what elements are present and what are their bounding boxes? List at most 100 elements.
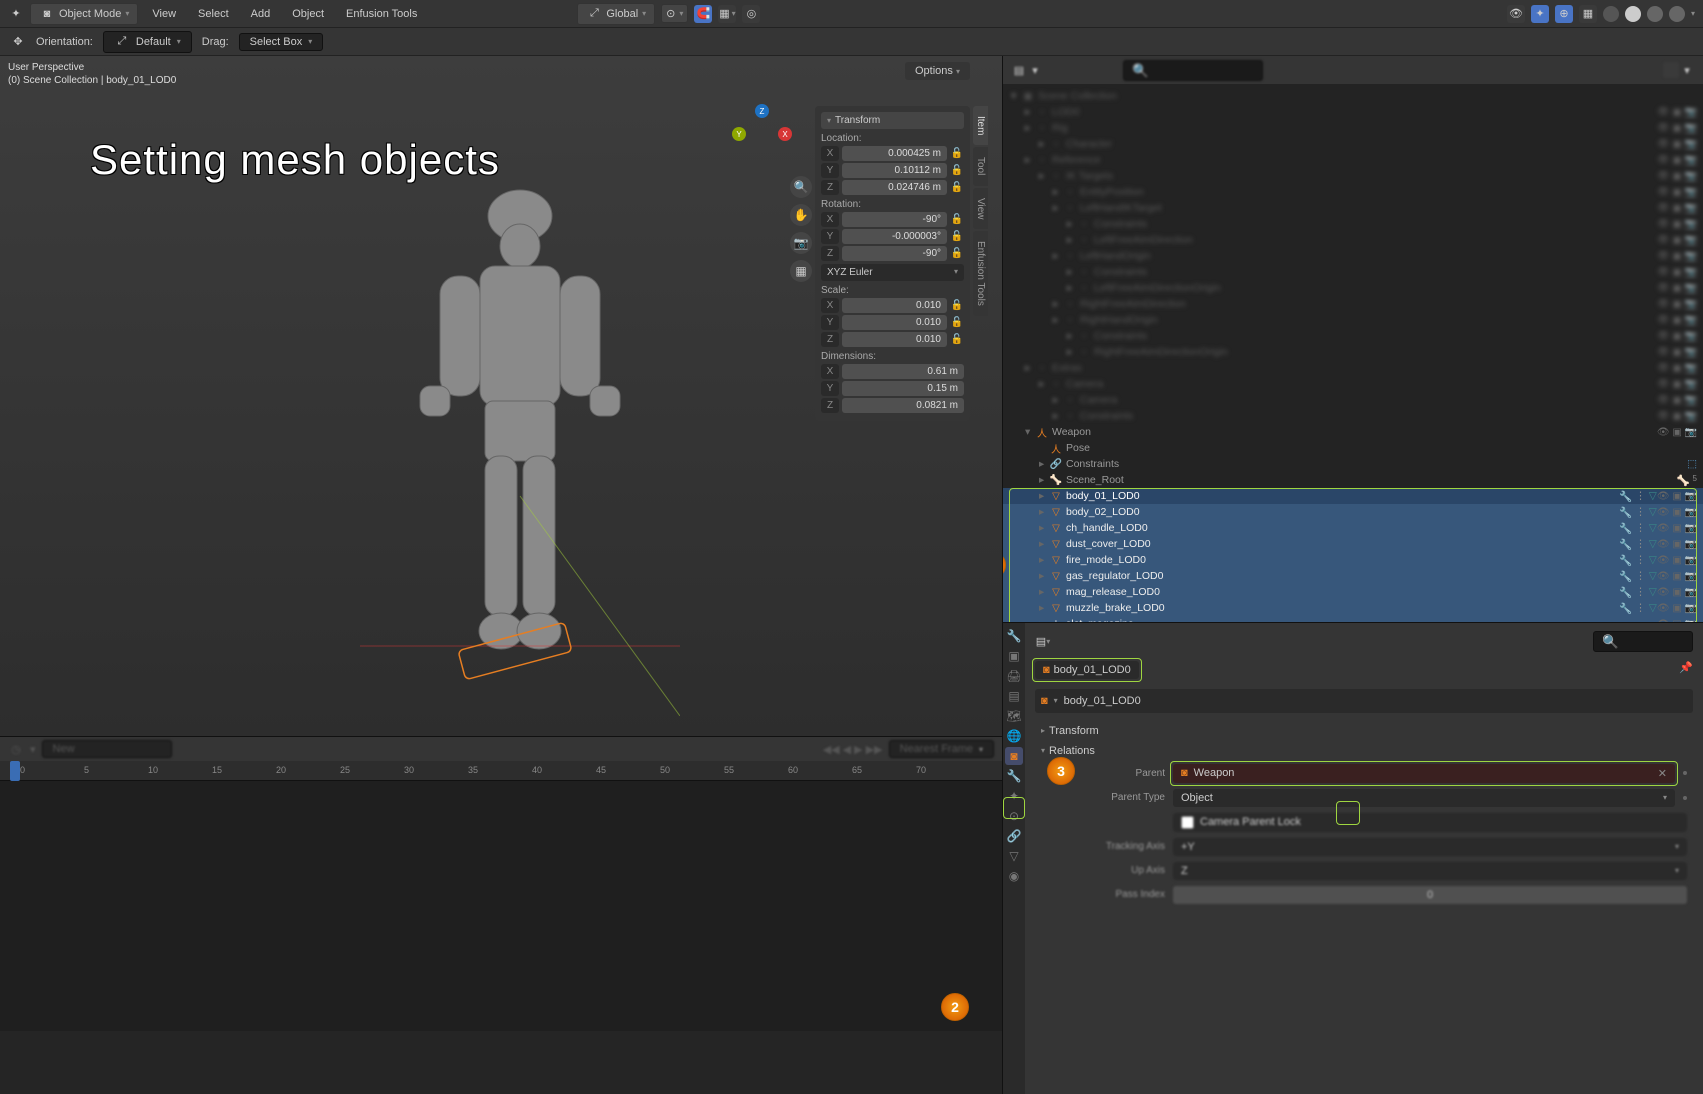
outliner-row[interactable]: ▾▣Scene Collection (1003, 88, 1703, 104)
breadcrumb-name[interactable]: body_01_LOD0 (1064, 695, 1141, 707)
editor-type-icon[interactable]: ▤▾ (1035, 634, 1051, 650)
menu-add[interactable]: Add (243, 4, 279, 24)
dim-z[interactable]: 0.0821 m (842, 398, 964, 413)
tab-item[interactable]: Item (973, 106, 988, 145)
timeline-ruler[interactable]: 0510152025303540455055606570 (0, 761, 1002, 781)
tab-enfusion[interactable]: Enfusion Tools (973, 231, 988, 316)
navigation-gizmo[interactable]: Z Y X (732, 104, 792, 164)
section-transform[interactable]: ▸Transform (1035, 721, 1693, 741)
outliner-row[interactable]: ▸▫RightFreeAimDirectionOrigin👁 ▣ 📷 (1003, 344, 1703, 360)
outliner-row[interactable]: ▸⊹slot_magazine👁 ▣ 📷 (1003, 616, 1703, 622)
snap-settings[interactable]: ▦▾ (718, 5, 736, 23)
anim-dot[interactable] (1683, 796, 1687, 800)
filter-icon[interactable] (1663, 62, 1679, 78)
menu-view[interactable]: View (144, 4, 184, 24)
ortho-icon[interactable]: ▦ (790, 260, 812, 282)
mode-dropdown[interactable]: ◙ Object Mode ▾ (30, 3, 138, 25)
action-dropdown[interactable]: New (42, 740, 172, 758)
outliner-row[interactable]: ▸▫Constraints👁 ▣ 📷 (1003, 408, 1703, 424)
tab-view[interactable]: View (973, 188, 988, 230)
outliner-row[interactable]: ▸▫LOD0👁 ▣ 📷 (1003, 104, 1703, 120)
cursor-tool-icon[interactable]: ✥ (10, 34, 26, 50)
tab-scene-icon[interactable]: 🗺 (1005, 707, 1023, 725)
shading-settings[interactable]: ▾ (1691, 9, 1695, 18)
outliner-row[interactable]: ▸▫Camera👁 ▣ 📷 (1003, 376, 1703, 392)
lock-icon[interactable]: 🔓 (950, 317, 964, 328)
outliner-row[interactable]: ▸▫IK Targets👁 ▣ 📷 (1003, 168, 1703, 184)
tab-output-icon[interactable]: 🖨 (1005, 667, 1023, 685)
pass-index-field[interactable]: 0 (1173, 886, 1687, 904)
pin-icon[interactable]: 📌 (1679, 661, 1693, 674)
tab-object-icon[interactable]: ◙ (1005, 747, 1023, 765)
outliner-row[interactable]: 人Pose (1003, 440, 1703, 456)
outliner-row[interactable]: ▸▫LeftHandIKTarget👁 ▣ 📷 (1003, 200, 1703, 216)
outliner-row[interactable]: ▸▫LeftFreeAimDirectionOrigin👁 ▣ 📷 (1003, 280, 1703, 296)
axis-x[interactable]: X (778, 127, 792, 141)
outliner-row[interactable]: ▸▫EntityPosition👁 ▣ 📷 (1003, 184, 1703, 200)
3d-viewport[interactable]: User Perspective (0) Scene Collection | … (0, 56, 1002, 736)
checkbox[interactable] (1181, 816, 1194, 829)
outliner-row[interactable]: ▸🔗Constraints⬚ (1003, 456, 1703, 472)
outliner-row[interactable]: ▸▽body_02_LOD0🔧⋮▽👁 ▣ 📷 (1003, 504, 1703, 520)
display-mode-icon[interactable]: ▾ (1027, 62, 1043, 78)
tab-modifier-icon[interactable]: 🔧 (1005, 767, 1023, 785)
shading-preview[interactable] (1647, 6, 1663, 22)
location-z[interactable]: 0.024746 m (842, 180, 947, 195)
outliner-row[interactable]: ▸▫RightFreeAimDirection👁 ▣ 📷 (1003, 296, 1703, 312)
outliner-row[interactable]: ▸▽body_01_LOD0🔧⋮▽👁 ▣ 📷 (1003, 488, 1703, 504)
up-axis-field[interactable]: Z▾ (1173, 862, 1687, 880)
outliner-row[interactable]: ▸▽ch_handle_LOD0🔧⋮▽👁 ▣ 📷 (1003, 520, 1703, 536)
outliner-row[interactable]: ▸▽gas_regulator_LOD0🔧⋮▽👁 ▣ 📷 (1003, 568, 1703, 584)
transform-header[interactable]: ▾Transform (821, 112, 964, 129)
tracking-axis-field[interactable]: +Y▾ (1173, 838, 1687, 856)
location-x[interactable]: 0.000425 m (842, 146, 947, 161)
pivot-dropdown[interactable]: ⊙▾ (661, 4, 688, 23)
rotation-y[interactable]: -0.000003° (842, 229, 947, 244)
dopesheet-area[interactable]: 2 (0, 781, 1002, 1031)
scale-y[interactable]: 0.010 (842, 315, 947, 330)
drag-select[interactable]: Select Box ▾ (239, 33, 324, 51)
rotation-x[interactable]: -90° (842, 212, 947, 227)
rotation-z[interactable]: -90° (842, 246, 947, 261)
editor-type-icon[interactable]: ✦ (8, 6, 24, 22)
tab-tool-icon[interactable]: 🔧 (1005, 627, 1023, 645)
outliner-row[interactable]: ▸▫Camera👁 ▣ 📷 (1003, 392, 1703, 408)
outliner-row[interactable]: ▸▽fire_mode_LOD0🔧⋮▽👁 ▣ 📷 (1003, 552, 1703, 568)
menu-select[interactable]: Select (190, 4, 237, 24)
parent-field[interactable]: ◙ Weapon ✕ (1173, 764, 1675, 783)
keying-dropdown[interactable]: Nearest Frame▾ (889, 740, 994, 758)
outliner-row[interactable]: ▸▫Constraints👁 ▣ 📷 (1003, 328, 1703, 344)
menu-enfusion[interactable]: Enfusion Tools (338, 4, 425, 24)
anim-dot[interactable] (1683, 771, 1687, 775)
outliner-row[interactable]: ▸🦴Scene_Root🦴5 (1003, 472, 1703, 488)
editor-type-icon[interactable]: ◷ (8, 741, 24, 757)
options-dropdown[interactable]: Options ▾ (905, 62, 970, 80)
tab-constraint-icon[interactable]: 🔗 (1005, 827, 1023, 845)
location-y[interactable]: 0.10112 m (842, 163, 947, 178)
outliner-row[interactable]: ▸▫LeftHandOrigin👁 ▣ 📷 (1003, 248, 1703, 264)
pan-icon[interactable]: ✋ (790, 204, 812, 226)
properties-search[interactable] (1593, 631, 1693, 652)
editor-type-icon[interactable]: ▤ (1011, 62, 1027, 78)
tab-render-icon[interactable]: ▣ (1005, 647, 1023, 665)
tab-physics-icon[interactable]: ⊙ (1005, 807, 1023, 825)
lock-icon[interactable]: 🔓 (950, 248, 964, 259)
outliner-search[interactable] (1123, 60, 1263, 81)
snap-toggle[interactable]: 🧲 (694, 5, 712, 23)
scale-x[interactable]: 0.010 (842, 298, 947, 313)
tab-tool[interactable]: Tool (973, 147, 988, 185)
shading-wireframe[interactable] (1603, 6, 1619, 22)
overlay-toggle[interactable]: ⊕ (1555, 5, 1573, 23)
camera-icon[interactable]: 📷 (790, 232, 812, 254)
lock-icon[interactable]: 🔓 (950, 334, 964, 345)
lock-icon[interactable]: 🔓 (950, 148, 964, 159)
outliner-row[interactable]: ▸▫Reference👁 ▣ 📷 (1003, 152, 1703, 168)
zoom-icon[interactable]: 🔍 (790, 176, 812, 198)
playback-controls[interactable]: ◀◀ ◀ ▶ ▶▶ (823, 743, 883, 756)
tab-particle-icon[interactable]: ✦ (1005, 787, 1023, 805)
shading-solid[interactable] (1625, 6, 1641, 22)
xray-toggle[interactable]: ▦ (1579, 5, 1597, 23)
tab-material-icon[interactable]: ◉ (1005, 867, 1023, 885)
outliner-row[interactable]: ▸▫RightHandOrigin👁 ▣ 📷 (1003, 312, 1703, 328)
axis-y[interactable]: Y (732, 127, 746, 141)
